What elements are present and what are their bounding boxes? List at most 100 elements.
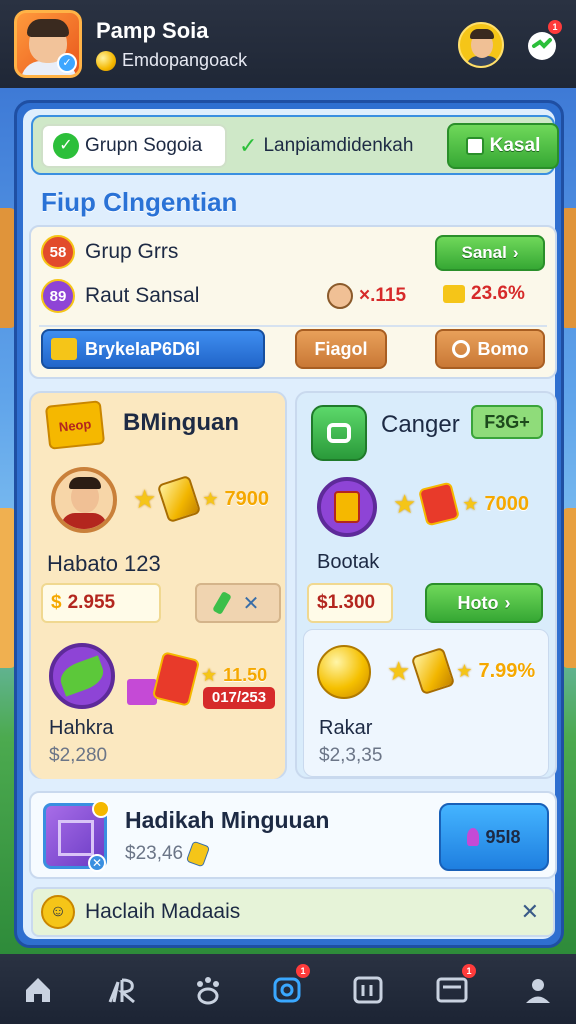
cards-shape	[334, 491, 360, 523]
send-gift-button[interactable]: Kasal	[447, 123, 559, 169]
group-divider	[39, 325, 547, 327]
calendar-alarm-icon	[92, 800, 110, 818]
reward-2-tag-text: 017/253	[211, 689, 267, 706]
arrow-right-icon: ›	[512, 243, 519, 262]
stat-members: ×.115	[327, 283, 406, 309]
top-bar: ✓ Pamp Soia Emdopangoack 1	[0, 0, 576, 88]
challenge-item-1-price: $1.300	[317, 592, 376, 613]
weekly-gift-title: Hadikah Minguuan	[125, 807, 330, 833]
smiley-icon: ☺	[41, 895, 75, 929]
blue-pill-label: BrykeIaP6D6l	[85, 338, 201, 359]
badge-star-text: Neop	[58, 415, 92, 435]
challenge-reward-2: ★ ★ 7.99%	[387, 646, 535, 696]
weekly-gift-price: $23,46	[125, 843, 184, 864]
scene-right-stall	[562, 508, 576, 668]
close-icon: ✕	[242, 592, 260, 615]
group-icon: 58	[41, 235, 75, 269]
tab-group-social-label: Grupn Sogoia	[85, 135, 203, 156]
flag-button[interactable]: Fiagol	[295, 329, 387, 369]
challenge-tag: F3G+	[471, 405, 543, 439]
pin-icon	[467, 828, 480, 846]
tab-group-social[interactable]: ✓ Grupn Sogoia	[41, 124, 227, 168]
leaf-icon[interactable]	[49, 643, 115, 709]
challenge-item-2-label: Rakar	[319, 717, 373, 739]
friends-icon	[108, 978, 135, 1004]
group-card: 58 Grup Grrs Sanal › 89 Raut Sansal ×.11…	[29, 225, 557, 379]
player-avatar[interactable]: ✓	[14, 10, 82, 78]
calendar-plus-icon: ✕	[88, 854, 106, 872]
item-1-price: 2.955	[67, 592, 116, 613]
weekly-gift-card[interactable]: ✕ Hadikah Minguuan $23,46 95I8	[29, 791, 557, 879]
leaf-shape	[56, 655, 108, 697]
weekly-gift-button[interactable]: 95I8	[439, 803, 549, 871]
nav-messages[interactable]: 1	[270, 964, 310, 1008]
gift-lantern-icon	[418, 481, 461, 527]
dollar-icon: $	[51, 592, 62, 613]
stat-members-value: ×.115	[359, 285, 407, 306]
challenge-item-1-label: Bootak	[317, 551, 380, 573]
nav-list[interactable]: 1	[434, 964, 476, 1008]
nav-friends[interactable]	[104, 972, 140, 1008]
list-badge: 1	[462, 964, 476, 978]
pencil-close-button[interactable]: ✕	[195, 583, 281, 623]
tab-gift-list-label: Lanpiamdidenkah	[263, 135, 414, 156]
messenger-app-icon[interactable]: 1	[522, 20, 562, 64]
send-gift-label: Kasal	[489, 135, 541, 156]
challenge-go-button[interactable]: Hoto ›	[425, 583, 543, 623]
reward-1-value: 7900	[224, 487, 269, 510]
group-row-2[interactable]: 89 Raut Sansal	[41, 279, 199, 313]
nav-inbox[interactable]	[350, 972, 386, 1008]
nav-paw[interactable]	[190, 972, 226, 1008]
calendar-grid	[58, 820, 94, 856]
stat-percent-value: 23.6%	[471, 283, 525, 304]
stat-percent: 23.6%	[443, 283, 525, 305]
lock-shield-icon	[311, 405, 367, 461]
list-icon	[436, 977, 468, 1003]
cards-avatar-icon[interactable]	[317, 477, 377, 537]
profile-icon	[526, 979, 550, 1003]
inbox-icon	[353, 976, 383, 1004]
nav-home[interactable]	[20, 972, 56, 1008]
tab-gift-list[interactable]: ✓ Lanpiamdidenkah	[239, 129, 413, 163]
challenge-tag-text: F3G+	[484, 412, 530, 432]
round-icon: 89	[41, 279, 75, 313]
pencil-coin-icon	[185, 840, 211, 868]
blue-pill-button[interactable]: BrykeIaP6D6l	[41, 329, 265, 369]
group-row-2-label: Raut Sansal	[85, 284, 200, 307]
star-icon-r2: ★	[387, 655, 411, 686]
item-1-label: Habato 123	[47, 551, 161, 576]
crown-icon	[51, 338, 77, 360]
lock-shape	[327, 423, 351, 443]
star-small-icon: ★	[202, 488, 219, 509]
verified-icon: ✓	[57, 53, 77, 73]
dismiss-close-icon[interactable]: ✕	[521, 899, 539, 925]
promo-button[interactable]: Bomo	[435, 329, 545, 369]
bottom-info-row[interactable]: ☺ Haclaih Madaais ✕	[31, 887, 555, 937]
send-button[interactable]: Sanal ›	[435, 235, 545, 271]
weekly-card: Neop BMinguan ★ ★ 7900 Habato 123 $ 2.95…	[29, 391, 287, 779]
reward-2: ★ 11.50	[201, 665, 267, 686]
bottom-info-label: Haclaih Madaais	[85, 900, 241, 923]
send-button-label: Sanal	[461, 243, 507, 262]
coin-icon	[96, 50, 116, 71]
ticket-icon	[443, 285, 465, 303]
app-notification-badge: 1	[548, 20, 562, 34]
host-jacket	[61, 513, 107, 529]
group-row-1[interactable]: 58 Grup Grrs	[41, 235, 178, 269]
star-small-icon-r2: ★	[456, 660, 473, 681]
group-row-1-label: Grup Grrs	[85, 240, 179, 263]
item-2-label: Hahkra	[49, 717, 114, 739]
friend-hair	[470, 29, 494, 39]
host-avatar[interactable]	[51, 467, 117, 533]
flag-button-label: Fiagol	[314, 338, 368, 359]
promo-icon	[451, 340, 470, 358]
friend-avatar[interactable]	[458, 22, 504, 68]
main-panel-inner: ✓ Grupn Sogoia ✓ Lanpiamdidenkah Kasal F…	[23, 109, 559, 939]
tick-icon: ✓	[239, 133, 258, 158]
item-1-price-box: $ 2.955	[41, 583, 161, 623]
challenge-item-2-price: $2,3,35	[319, 745, 383, 766]
nav-profile[interactable]	[520, 972, 556, 1008]
star-icon-r1: ★	[393, 488, 417, 519]
challenge-reward-1-value: 7000	[484, 492, 529, 515]
gold-bar-icon	[156, 474, 202, 524]
